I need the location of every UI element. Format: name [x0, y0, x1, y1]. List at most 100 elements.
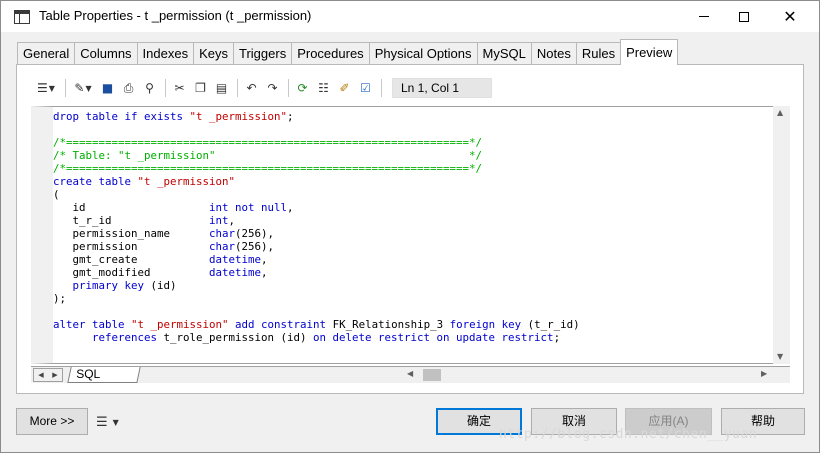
print-icon: ⎙ — [123, 80, 134, 95]
code-token: ; — [287, 110, 294, 123]
code-token: , — [287, 201, 294, 214]
tab-rules[interactable]: Rules — [575, 42, 622, 65]
scroll-up-icon[interactable]: ▲ — [777, 108, 783, 117]
edit-icon: ✐ — [339, 81, 350, 95]
code-token: t_r_id — [53, 214, 210, 227]
more-button[interactable]: More >> — [16, 408, 88, 435]
code-line: permission char(256), — [53, 240, 580, 253]
sql-code[interactable]: drop table if exists "t _permission"; /*… — [53, 110, 580, 344]
properties-dropdown-button[interactable]: ✎ ▼ — [70, 79, 96, 97]
cancel-button[interactable]: 取消 — [531, 408, 617, 435]
refresh-icon: ⟳ — [297, 81, 308, 95]
code-line: drop table if exists "t _permission"; — [53, 110, 580, 123]
vertical-scrollbar[interactable]: ▲ ▼ — [773, 106, 790, 364]
code-line: ( — [53, 188, 580, 201]
code-token: , — [261, 266, 268, 279]
table-icon — [14, 10, 30, 24]
paste-icon: ▤ — [215, 81, 228, 95]
tab-physical-options[interactable]: Physical Options — [368, 42, 478, 65]
tab-strip: General Columns Indexes Keys Triggers Procedu… — [17, 39, 679, 65]
redo-button[interactable]: ↷ — [263, 79, 282, 97]
code-line: /*======================================… — [53, 136, 580, 149]
code-token: "t _permission" — [131, 318, 229, 331]
tab-sql[interactable]: SQL — [67, 367, 141, 383]
chevron-right-icon[interactable]: ▶ — [52, 371, 57, 379]
refresh-button[interactable]: ⟳ — [293, 79, 312, 97]
code-token: (t_r_id) — [521, 318, 580, 331]
edit-button[interactable]: ✐ — [335, 79, 354, 97]
code-token: permission — [53, 240, 210, 253]
code-line: /* Table: "t _permission" */ — [53, 149, 580, 162]
horizontal-scroll-thumb[interactable] — [423, 369, 441, 381]
footer-menu-button[interactable]: ☰ ▼ — [96, 413, 128, 431]
sheet-navigation[interactable]: ◀ ▶ — [33, 368, 63, 382]
code-token: /*======================================… — [53, 162, 483, 175]
code-token: gmt_create — [53, 253, 210, 266]
code-token: FK_Relationship_3 — [326, 318, 450, 331]
print-button[interactable]: ⎙ — [119, 79, 138, 97]
tab-procedures[interactable]: Procedures — [291, 42, 370, 65]
scroll-left-icon[interactable]: ◀ — [407, 369, 413, 378]
undo-button[interactable]: ↶ — [242, 79, 261, 97]
code-token: /*======================================… — [53, 136, 483, 149]
tab-columns[interactable]: Columns — [74, 42, 138, 65]
code-token: id — [53, 201, 210, 214]
check-button[interactable]: ☑ — [356, 79, 375, 97]
sheet-tab-label: SQL — [76, 367, 101, 381]
help-button[interactable]: 帮助 — [721, 408, 805, 435]
close-button[interactable]: ✕ — [767, 1, 813, 32]
code-token: , — [261, 253, 268, 266]
copy-button[interactable]: ❐ — [191, 79, 210, 97]
chevron-down-icon: ▼ — [85, 83, 92, 93]
tab-general[interactable]: General — [17, 42, 76, 65]
tab-mysql[interactable]: MySQL — [476, 42, 532, 65]
scroll-right-icon[interactable]: ▶ — [761, 369, 767, 378]
tab-triggers[interactable]: Triggers — [233, 42, 293, 65]
find-button[interactable]: ⚲ — [140, 79, 159, 97]
code-line: id int not null, — [53, 201, 580, 214]
tab-notes[interactable]: Notes — [530, 42, 577, 65]
code-token: char — [209, 227, 236, 240]
edit-dropdown-button[interactable]: ☰ ▼ — [33, 79, 59, 97]
code-token: alter table — [53, 318, 132, 331]
code-line: t_r_id int, — [53, 214, 580, 227]
maximize-button[interactable] — [721, 1, 767, 32]
redo-icon: ↷ — [267, 81, 278, 95]
edit-dropdown-icon: ☰ — [37, 81, 48, 95]
sheet-bar: ◀ ▶ SQL ◀ ▶ — [31, 366, 790, 383]
chevron-left-icon[interactable]: ◀ — [38, 371, 43, 379]
window-title: Table Properties - t _permission (t _per… — [39, 8, 312, 23]
scroll-down-icon[interactable]: ▼ — [777, 352, 783, 361]
paste-button[interactable]: ▤ — [212, 79, 231, 97]
cut-icon: ✂ — [174, 81, 185, 95]
maximize-icon — [739, 11, 749, 22]
tab-preview[interactable]: Preview — [620, 39, 679, 65]
code-token: int not null — [209, 201, 288, 214]
code-line: permission_name char(256), — [53, 227, 580, 240]
code-line: gmt_modified datetime, — [53, 266, 580, 279]
list-button[interactable]: ☷ — [314, 79, 333, 97]
code-token: (id) — [144, 279, 177, 292]
code-token: add constraint — [235, 318, 327, 331]
toolbar-separator — [65, 79, 66, 97]
code-line: ); — [53, 292, 580, 305]
ok-button[interactable]: 确定 — [436, 408, 522, 435]
table-properties-window: Table Properties - t _permission (t _per… — [0, 0, 820, 453]
properties-dropdown-icon: ✎ — [74, 81, 85, 95]
toolbar-separator — [165, 79, 166, 97]
code-token: "t _permission" — [137, 175, 236, 188]
cut-button[interactable]: ✂ — [170, 79, 189, 97]
code-token: "t _permission" — [189, 110, 288, 123]
tab-keys[interactable]: Keys — [193, 42, 234, 65]
code-token: references — [92, 331, 158, 344]
sql-preview-editor[interactable]: drop table if exists "t _permission"; /*… — [31, 106, 790, 364]
cursor-position: Ln 1, Col 1 — [392, 78, 492, 98]
title-bar[interactable]: Table Properties - t _permission (t _per… — [1, 1, 819, 32]
apply-button[interactable]: 应用(A) — [625, 408, 712, 435]
toolbar-separator — [381, 79, 382, 97]
save-button[interactable]: ■ — [98, 79, 117, 97]
code-token: char — [209, 240, 236, 253]
code-token: gmt_modified — [53, 266, 210, 279]
tab-indexes[interactable]: Indexes — [136, 42, 195, 65]
